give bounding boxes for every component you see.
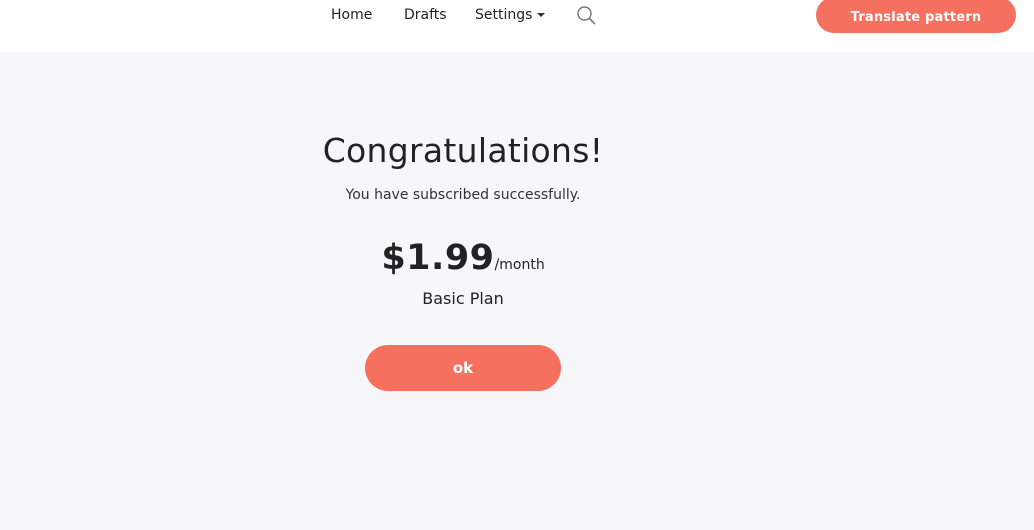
page-title: Congratulations! (322, 131, 604, 170)
price-amount: $1.99 (381, 238, 495, 278)
plan-name: Basic Plan (422, 289, 504, 308)
subscription-confirmation: Congratulations! You have subscribed suc… (283, 130, 643, 309)
search-icon[interactable] (576, 5, 596, 25)
ok-button[interactable]: ok (365, 345, 561, 391)
chevron-down-icon (537, 13, 546, 17)
nav-settings-label: Settings (475, 7, 533, 23)
nav-drafts-link[interactable]: Drafts (404, 5, 447, 25)
price-period: /month (494, 257, 545, 273)
price: $1.99/month (283, 238, 643, 285)
translate-pattern-button[interactable]: Translate pattern (816, 0, 1016, 33)
top-navbar: Home Drafts Settings Translate pattern (0, 0, 1034, 52)
main-content: Congratulations! You have subscribed suc… (0, 52, 1034, 530)
success-message: You have subscribed successfully. (345, 187, 581, 203)
nav-home-link[interactable]: Home (331, 5, 372, 25)
nav-settings-dropdown[interactable]: Settings (475, 5, 546, 25)
